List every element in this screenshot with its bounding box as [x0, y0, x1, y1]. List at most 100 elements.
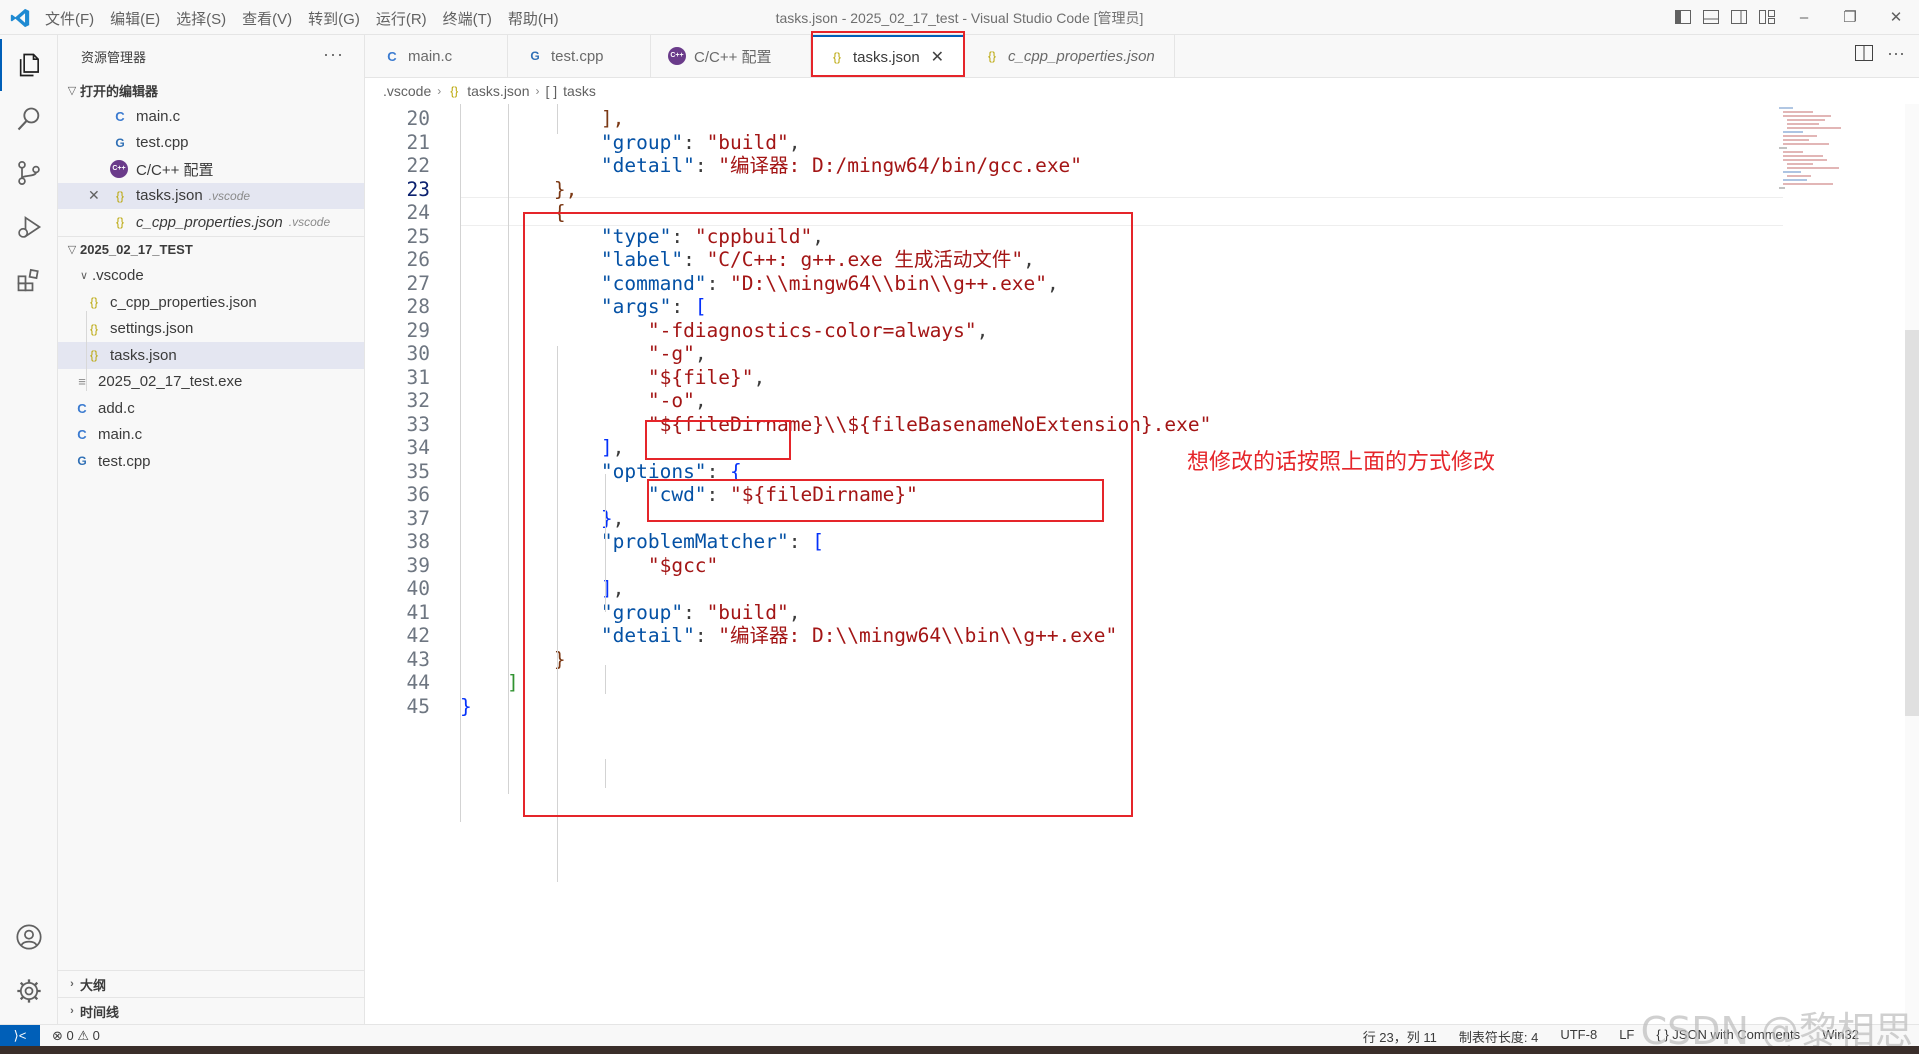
error-count: 0 — [66, 1028, 74, 1043]
file-arg-highlight-box — [645, 420, 791, 460]
end-of-line[interactable]: LF — [1619, 1027, 1634, 1046]
menu-bar: 文件(F) 编辑(E) 选择(S) 查看(V) 转到(G) 运行(R) 终端(T… — [45, 8, 559, 29]
file-c-cpp-properties[interactable]: {} c_cpp_properties.json — [58, 289, 364, 316]
close-editor-icon[interactable]: ✕ — [88, 187, 100, 204]
open-editor-label: main.c — [136, 107, 181, 125]
cpp-file-icon: G — [77, 454, 87, 469]
annotation-text: 想修改的话按照上面的方式修改 — [1187, 450, 1496, 475]
menu-help[interactable]: 帮助(H) — [508, 8, 559, 29]
menu-run[interactable]: 运行(R) — [376, 8, 427, 29]
outline-section[interactable]: › 大纲 — [58, 971, 364, 997]
open-editors-section[interactable]: ▽ 打开的编辑器 — [58, 77, 364, 103]
run-debug-icon[interactable] — [0, 201, 57, 253]
menu-selection[interactable]: 选择(S) — [176, 8, 226, 29]
extensions-icon[interactable] — [0, 255, 57, 307]
tab-test-cpp[interactable]: G test.cpp — [508, 35, 651, 77]
open-editor-label: tasks.json — [136, 187, 203, 205]
sidebar-header: 资源管理器 ··· — [58, 35, 364, 77]
minimize-icon[interactable]: – — [1781, 0, 1827, 34]
open-editor-label: C/C++ 配置 — [136, 161, 214, 179]
toggle-panel-icon[interactable] — [1697, 0, 1725, 34]
cursor-position[interactable]: 行 23，列 11 — [1363, 1027, 1437, 1046]
indent-guide — [508, 104, 509, 794]
platform[interactable]: Win32 — [1822, 1027, 1859, 1046]
file-main-c[interactable]: C main.c — [58, 422, 364, 449]
scrollbar-thumb[interactable] — [1905, 330, 1919, 716]
c-file-icon: C — [77, 427, 87, 443]
file-tasks-json[interactable]: {} tasks.json — [58, 342, 364, 369]
more-actions-icon[interactable]: ··· — [1887, 43, 1905, 64]
indent-guide — [460, 104, 461, 822]
explorer-icon[interactable] — [0, 39, 57, 91]
tab-size[interactable]: 制表符长度: 4 — [1459, 1027, 1538, 1046]
chevron-down-icon: ▽ — [67, 84, 77, 97]
restore-icon[interactable]: ❐ — [1827, 0, 1873, 34]
tab-highlight-box — [811, 31, 965, 77]
workspace-section[interactable]: ▽ 2025_02_17_TEST — [58, 235, 364, 263]
file-test-cpp[interactable]: G test.cpp — [58, 448, 364, 475]
tab-main-c[interactable]: C main.c — [365, 35, 508, 77]
indent-guide — [557, 104, 558, 134]
open-editor-label: test.cpp — [136, 134, 189, 152]
output-arg-highlight-box — [647, 479, 1104, 522]
json-file-icon: {} — [89, 348, 98, 363]
status-right: 行 23，列 11 制表符长度: 4 UTF-8 LF { } JSON wit… — [1363, 1027, 1859, 1046]
vscode-logo-icon — [10, 8, 30, 28]
open-editor-main-c[interactable]: C main.c — [58, 103, 364, 130]
file-add-c[interactable]: C add.c — [58, 395, 364, 422]
source-control-icon[interactable] — [0, 147, 57, 199]
menu-view[interactable]: 查看(V) — [242, 8, 292, 29]
open-editor-tasks-json[interactable]: ✕ {} tasks.json .vscode — [58, 182, 364, 209]
accounts-icon[interactable] — [0, 911, 57, 963]
menu-go[interactable]: 转到(G) — [308, 8, 360, 29]
open-editor-test-cpp[interactable]: G test.cpp — [58, 130, 364, 157]
manage-gear-icon[interactable] — [0, 965, 57, 1017]
minimap[interactable] — [1773, 104, 1863, 204]
sidebar-bottom-sections: › 大纲 › 时间线 — [58, 970, 364, 1024]
breadcrumb-file[interactable]: tasks.json — [467, 83, 529, 99]
tab-c-cpp-properties[interactable]: {} c_cpp_properties.json — [965, 35, 1175, 77]
open-editor-cpp-config[interactable]: C++ C/C++ 配置 — [58, 156, 364, 183]
cpp-config-icon: C++ — [110, 160, 128, 179]
breadcrumb-symbol[interactable]: tasks — [563, 83, 596, 99]
more-actions-icon[interactable]: ··· — [323, 44, 344, 65]
open-editors-label: 打开的编辑器 — [80, 83, 159, 99]
toggle-secondary-sidebar-icon[interactable] — [1725, 0, 1753, 34]
menu-edit[interactable]: 编辑(E) — [110, 8, 160, 29]
file-settings-json[interactable]: {} settings.json — [58, 316, 364, 343]
folder-vscode[interactable]: ∨ .vscode — [58, 263, 364, 290]
tab-cpp-config[interactable]: C++ C/C++ 配置 — [651, 35, 811, 77]
activity-bar — [0, 35, 58, 1024]
json-file-icon: {} — [115, 215, 124, 230]
code-editor[interactable]: 20 ], 21 "group": "build", 22 "detail": "编… — [365, 104, 1919, 1024]
file-label: settings.json — [110, 320, 194, 338]
chevron-right-icon: › — [437, 84, 442, 98]
close-window-icon[interactable]: ✕ — [1873, 0, 1919, 34]
timeline-label: 时间线 — [80, 1004, 120, 1020]
customize-layout-icon[interactable] — [1753, 0, 1781, 34]
remote-indicator-icon[interactable]: ⟩< — [0, 1025, 40, 1047]
toggle-primary-sidebar-icon[interactable] — [1669, 0, 1697, 34]
json-file-icon: {} — [89, 295, 98, 310]
menu-terminal[interactable]: 终端(T) — [443, 8, 492, 29]
workspace-label: 2025_02_17_TEST — [80, 242, 193, 257]
file-label: add.c — [98, 399, 135, 417]
search-icon[interactable] — [0, 93, 57, 145]
title-controls: – ❐ ✕ — [1669, 0, 1919, 34]
breadcrumb-folder[interactable]: .vscode — [383, 83, 431, 99]
tree-indent-guide — [86, 311, 87, 391]
file-label: 2025_02_17_test.exe — [98, 373, 243, 391]
open-editor-c-cpp-properties[interactable]: {} c_cpp_properties.json .vscode — [58, 209, 364, 236]
problems-indicator[interactable]: ⊗ 0 ⚠ 0 — [52, 1028, 100, 1044]
menu-file[interactable]: 文件(F) — [45, 8, 94, 29]
cpp-file-icon: G — [115, 135, 125, 150]
vertical-scrollbar[interactable] — [1905, 104, 1919, 1024]
timeline-section[interactable]: › 时间线 — [58, 997, 364, 1024]
cpp-config-icon: C++ — [668, 47, 686, 65]
json-file-icon: {} — [89, 321, 98, 336]
encoding[interactable]: UTF-8 — [1560, 1027, 1597, 1046]
chevron-right-icon: › — [70, 978, 74, 990]
language-mode[interactable]: { } JSON with Comments — [1656, 1027, 1800, 1046]
split-editor-icon[interactable] — [1855, 45, 1873, 61]
file-test-exe[interactable]: ≡ 2025_02_17_test.exe — [58, 369, 364, 396]
